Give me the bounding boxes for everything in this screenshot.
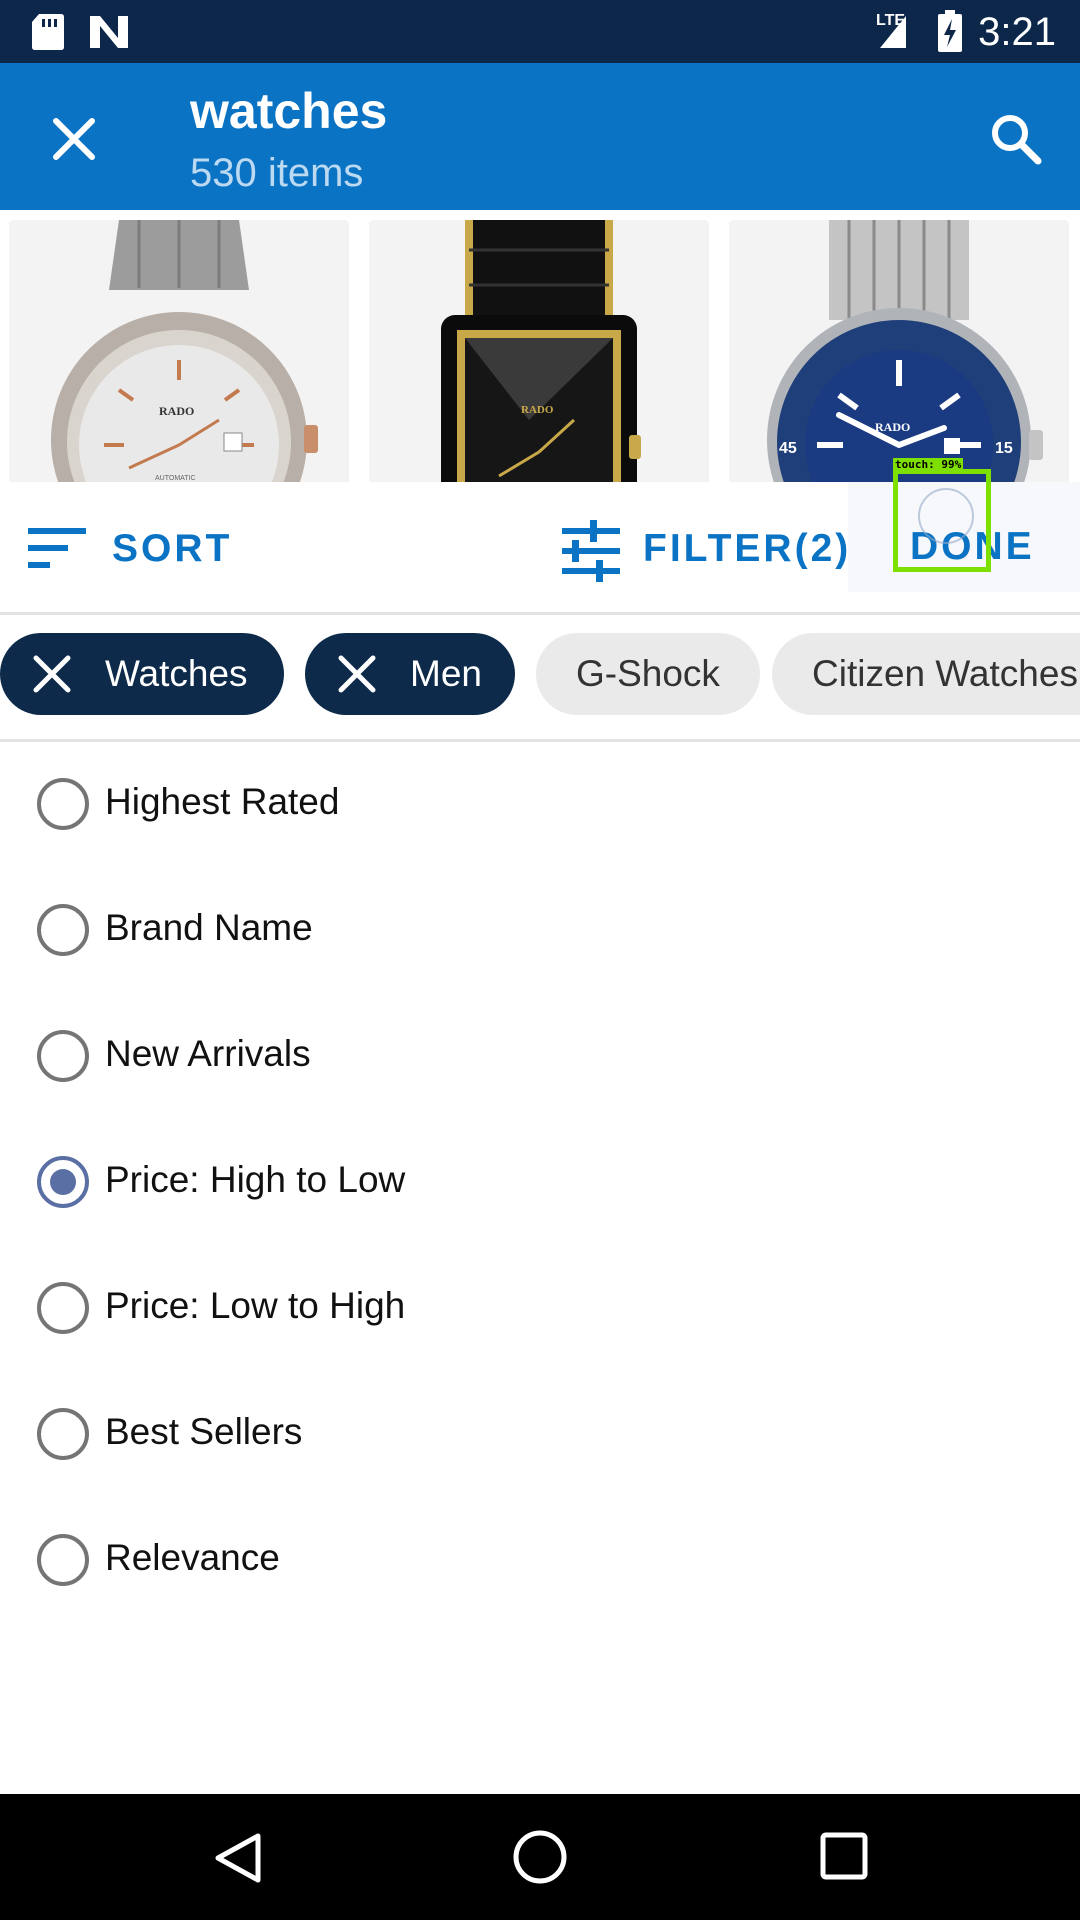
- touch-indicator-label: touch: 99%: [893, 458, 964, 471]
- home-icon[interactable]: [511, 1828, 569, 1886]
- bezel-number: 45: [779, 440, 797, 457]
- chip-label: Watches: [105, 653, 248, 694]
- bezel-number: 15: [995, 440, 1013, 457]
- sort-option-label: Price: Low to High: [105, 1285, 406, 1326]
- sort-option-label: Highest Rated: [105, 781, 340, 822]
- sort-icon: [28, 528, 86, 568]
- watch-brand-text: RADO: [159, 404, 195, 418]
- watch-brand-text: RADO: [521, 404, 554, 416]
- sort-option-label: Brand Name: [105, 907, 313, 948]
- radio-button[interactable]: [37, 1030, 89, 1082]
- watch-image: [441, 220, 641, 482]
- sort-option-relevance[interactable]: Relevance: [0, 1497, 1080, 1623]
- radio-button[interactable]: [37, 1408, 89, 1460]
- chip-citizen-watches[interactable]: Citizen Watches: [772, 633, 1080, 715]
- chip-men[interactable]: Men: [305, 633, 515, 715]
- sort-button[interactable]: SORT: [26, 522, 229, 582]
- radio-button[interactable]: [37, 1534, 89, 1586]
- product-carousel: RADO AUTOMATIC RADO RADO 45 15: [0, 210, 1080, 482]
- sort-option-brand-name[interactable]: Brand Name: [0, 867, 1080, 993]
- sd-card-icon: [32, 14, 64, 50]
- radio-button-selected[interactable]: [37, 1156, 89, 1208]
- chip-label: G-Shock: [576, 653, 720, 694]
- chip-label: Men: [410, 653, 482, 694]
- signal-icon: [880, 16, 906, 48]
- filter-label: FILTER(2): [643, 527, 852, 570]
- sort-option-best-sellers[interactable]: Best Sellers: [0, 1371, 1080, 1497]
- close-icon[interactable]: [46, 111, 102, 167]
- sort-option-label: New Arrivals: [105, 1033, 311, 1074]
- system-nav-bar: [0, 1794, 1080, 1920]
- chip-g-shock[interactable]: G-Shock: [536, 633, 760, 715]
- filter-chips-row: Watches Men G-Shock Citizen Watches: [0, 612, 1080, 742]
- radio-button[interactable]: [37, 1282, 89, 1334]
- n-notification-icon: [90, 16, 128, 48]
- sort-label: SORT: [112, 527, 233, 570]
- sort-option-label: Best Sellers: [105, 1411, 303, 1452]
- chip-label: Citizen Watches: [812, 653, 1078, 694]
- product-card[interactable]: RADO 45 15: [729, 220, 1069, 482]
- filter-sliders-icon: [562, 520, 620, 582]
- clock: 3:21: [978, 10, 1056, 54]
- search-icon[interactable]: [988, 111, 1044, 167]
- watch-dial-text: AUTOMATIC: [155, 475, 196, 482]
- product-card[interactable]: RADO: [369, 220, 709, 482]
- watch-image: [51, 220, 318, 482]
- product-card[interactable]: RADO AUTOMATIC: [9, 220, 349, 482]
- radio-button[interactable]: [37, 904, 89, 956]
- radio-button[interactable]: [37, 778, 89, 830]
- chip-watches[interactable]: Watches: [0, 633, 284, 715]
- sort-option-highest-rated[interactable]: Highest Rated: [0, 741, 1080, 867]
- back-icon[interactable]: [210, 1830, 266, 1886]
- recents-icon[interactable]: [818, 1830, 870, 1882]
- page-title: watches: [190, 83, 388, 139]
- sort-option-price-high-to-low[interactable]: Price: High to Low: [0, 1119, 1080, 1245]
- sort-option-label: Price: High to Low: [105, 1159, 406, 1200]
- touch-ripple: [918, 488, 974, 544]
- remove-chip-icon[interactable]: [337, 654, 377, 694]
- watch-brand-text: RADO: [875, 420, 911, 434]
- status-bar: LTE 3:21: [0, 0, 1080, 63]
- item-count: 530 items: [190, 151, 364, 195]
- sort-option-price-low-to-high[interactable]: Price: Low to High: [0, 1245, 1080, 1371]
- sort-option-label: Relevance: [105, 1537, 280, 1578]
- remove-chip-icon[interactable]: [32, 654, 72, 694]
- app-bar: watches 530 items: [0, 63, 1080, 210]
- battery-charging-icon: [938, 10, 962, 52]
- sort-option-new-arrivals[interactable]: New Arrivals: [0, 993, 1080, 1119]
- filter-button[interactable]: FILTER(2): [560, 518, 848, 582]
